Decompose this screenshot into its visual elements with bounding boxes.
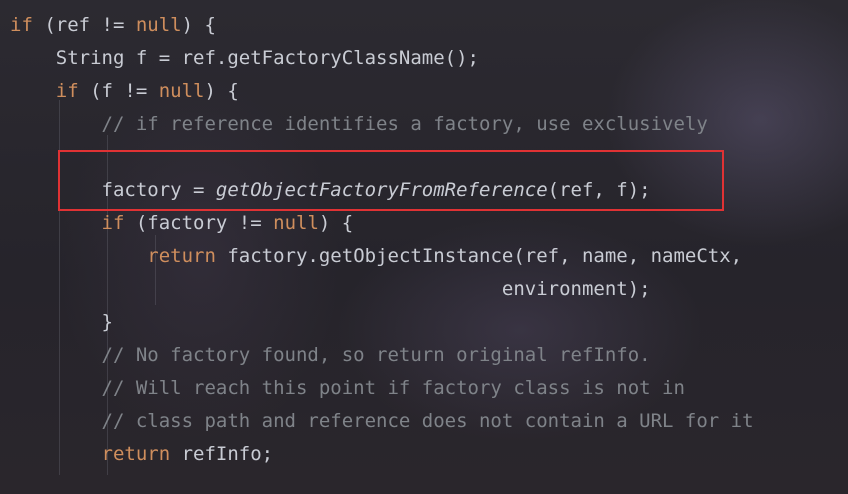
comment-text: // class path and reference does not con…	[10, 410, 754, 432]
keyword: if	[101, 212, 125, 234]
code-comment[interactable]: // class path and reference does not con…	[10, 405, 754, 438]
code-line[interactable]: factory = getObjectFactoryFromReference(…	[10, 174, 651, 207]
code-line[interactable]: return refInfo;	[10, 438, 274, 471]
code-text: ) {	[204, 80, 239, 102]
code-comment[interactable]: // Will reach this point if factory clas…	[10, 372, 685, 405]
code-line[interactable]: if (ref != null) {	[10, 9, 216, 42]
method-call: getObjectFactoryFromReference	[215, 179, 548, 201]
code-text: ) {	[181, 14, 216, 36]
code-text: ) {	[318, 212, 354, 234]
comment-text: // No factory found, so return original …	[10, 344, 651, 366]
code-line[interactable]: if (f != null) {	[10, 75, 239, 108]
code-line[interactable]: }	[10, 306, 113, 339]
code-line[interactable]: if (factory != null) {	[10, 207, 354, 240]
comment-text: // if reference identifies a factory, us…	[10, 113, 708, 135]
code-text: }	[10, 311, 113, 333]
code-text: (ref, f);	[547, 179, 651, 201]
code-text: factory.getObjectInstance(ref, name, nam…	[215, 245, 743, 267]
code-text: refInfo;	[170, 443, 274, 465]
code-line[interactable]: String f = ref.getFactoryClassName();	[10, 42, 479, 75]
keyword: null	[135, 14, 182, 36]
code-text: factory =	[10, 179, 216, 201]
code-text: (f !=	[78, 80, 159, 102]
keyword: null	[158, 80, 205, 102]
keyword: if	[10, 14, 33, 36]
keyword: if	[55, 80, 79, 102]
comment-text: // Will reach this point if factory clas…	[10, 377, 685, 399]
code-comment[interactable]: // if reference identifies a factory, us…	[10, 108, 708, 141]
code-editor[interactable]: if (ref != null) { String f = ref.getFac…	[0, 0, 848, 494]
keyword: null	[273, 212, 319, 234]
code-text: environment);	[10, 278, 651, 300]
code-text: (ref !=	[32, 14, 136, 36]
code-text: String f = ref.getFactoryClassName();	[10, 47, 479, 69]
code-line[interactable]: environment);	[10, 273, 651, 306]
code-line[interactable]: return factory.getObjectInstance(ref, na…	[10, 240, 742, 273]
code-text: (factory !=	[124, 212, 274, 234]
code-comment[interactable]: // No factory found, so return original …	[10, 339, 651, 372]
keyword: return	[147, 245, 216, 267]
keyword: return	[101, 443, 171, 465]
